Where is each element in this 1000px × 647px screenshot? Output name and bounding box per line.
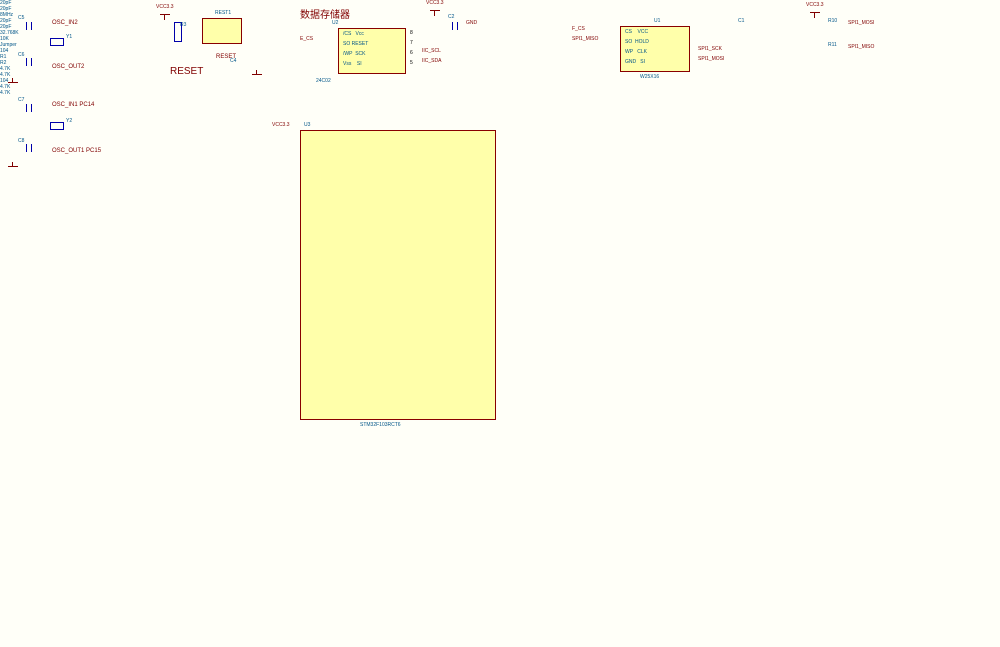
y2-ref: Y2 bbox=[66, 118, 72, 124]
xtal-y2 bbox=[50, 122, 64, 130]
cap-c6 bbox=[26, 58, 32, 66]
reset-big-label: RESET bbox=[170, 66, 203, 77]
c7-ref: C7 bbox=[18, 97, 24, 103]
r11-val: 4.7K bbox=[0, 90, 1000, 96]
cap-c7 bbox=[26, 104, 32, 112]
c1-ref: C1 bbox=[738, 18, 744, 24]
u1-ref: U1 bbox=[654, 18, 660, 24]
c5-ref: C5 bbox=[18, 15, 24, 21]
vcc-reset bbox=[160, 12, 170, 20]
c6-ref: C6 bbox=[18, 52, 24, 58]
r10-ref: R10 bbox=[828, 18, 837, 24]
r3-ref: R3 bbox=[180, 22, 186, 28]
net-osc-out2: OSC_OUT2 bbox=[52, 64, 84, 70]
c2-ref: C2 bbox=[448, 14, 454, 20]
gnd-osc2 bbox=[8, 162, 18, 170]
ecs-net: E_CS bbox=[300, 36, 313, 42]
miso-net: SPI1_MISO bbox=[848, 44, 874, 50]
vcc-eeprom bbox=[430, 8, 440, 16]
vcc33-ee: VCC3.3 bbox=[426, 0, 444, 6]
spi-mosi-r: SPI1_MOSI bbox=[698, 56, 724, 62]
cap-c8 bbox=[26, 144, 32, 152]
mosi-net: SPI1_MOSI bbox=[848, 20, 874, 26]
cap-c2 bbox=[452, 22, 458, 30]
r11-ref: R11 bbox=[828, 42, 837, 48]
fcs: F_CS bbox=[572, 26, 585, 32]
net-osc-out1: OSC_OUT1 PC15 bbox=[52, 148, 101, 154]
c4-ref: C4 bbox=[230, 58, 236, 64]
iic-sda: IIC_SDA bbox=[422, 58, 441, 64]
ic-eeprom: /CS Vcc SO RESET /WP SCK Vss SI bbox=[338, 28, 406, 74]
u2-part: 24C02 bbox=[316, 78, 331, 84]
rest1-ref: REST1 bbox=[215, 10, 231, 16]
cap-c5 bbox=[26, 22, 32, 30]
ic-mcu bbox=[300, 130, 496, 420]
gnd-rst bbox=[252, 70, 262, 78]
u2-ref: U2 bbox=[332, 20, 338, 26]
schematic-canvas: OSC_IN2 OSC_OUT2 C5 20pF C6 20pF Y1 8MHz… bbox=[0, 0, 1000, 647]
chinese-eeprom-title: 数据存储器 bbox=[300, 6, 350, 21]
u3-ref: U3 bbox=[304, 122, 310, 128]
vcc-reset-lab: VCC3.3 bbox=[156, 4, 174, 10]
gnd-ee: GND bbox=[466, 20, 477, 26]
c8-ref: C8 bbox=[18, 138, 24, 144]
gnd-osc1 bbox=[8, 78, 18, 86]
spi-sck-r: SPI1_SCK bbox=[698, 46, 722, 52]
u3-part: STM32F103RCT6 bbox=[360, 422, 401, 428]
vcc-spi bbox=[810, 10, 820, 18]
y1-ref: Y1 bbox=[66, 34, 72, 40]
net-osc-in2: OSC_IN2 bbox=[52, 20, 78, 26]
spi-miso-l: SPI1_MISO bbox=[572, 36, 598, 42]
iic-scl: IIC_SCL bbox=[422, 48, 441, 54]
vcc33-spi: VCC3.3 bbox=[806, 2, 824, 8]
switch-rest1 bbox=[202, 18, 242, 44]
mcu-vcc-l: VCC3.3 bbox=[272, 122, 290, 128]
ic-flash: CS VCC SO HOLD WP CLK GND SI bbox=[620, 26, 690, 72]
xtal-y1 bbox=[50, 38, 64, 46]
net-osc-in1: OSC_IN1 PC14 bbox=[52, 102, 94, 108]
u1-part: W25X16 bbox=[640, 74, 659, 80]
